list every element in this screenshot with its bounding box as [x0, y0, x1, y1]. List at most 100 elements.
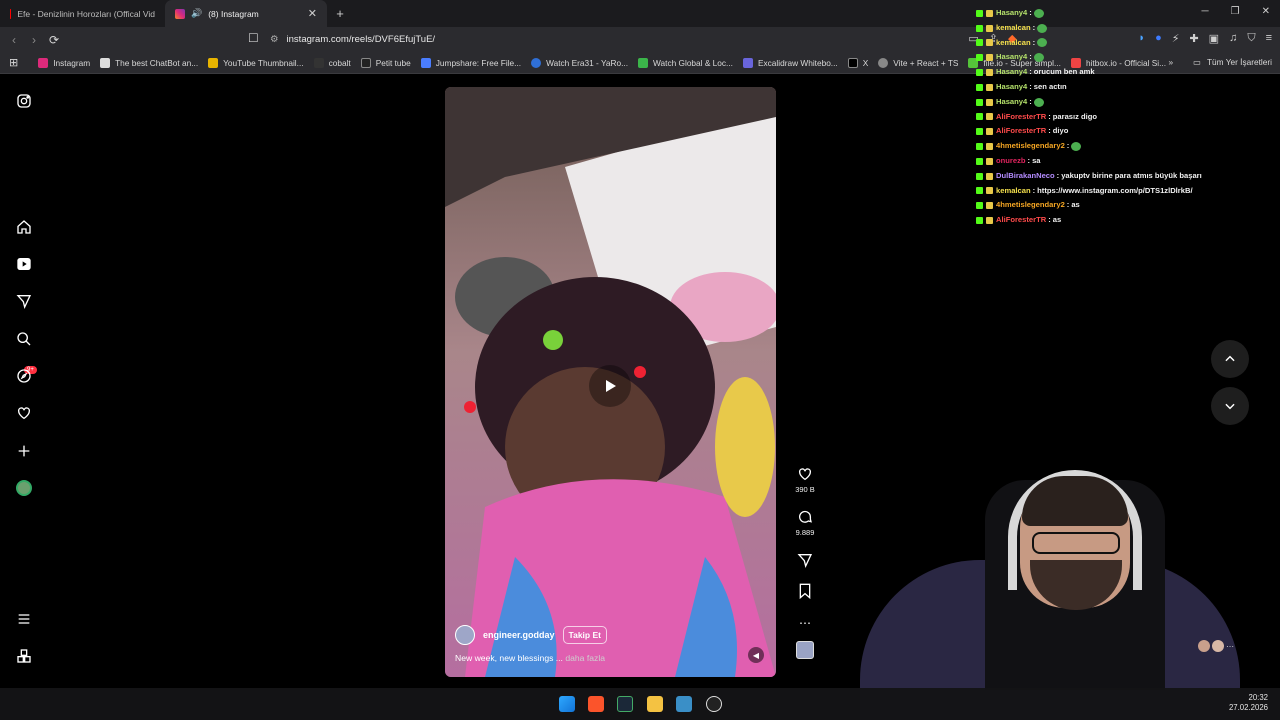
bookmark-item[interactable]: cobalt — [309, 57, 356, 68]
author-avatar[interactable] — [455, 625, 475, 645]
webcam-glasses — [1032, 532, 1120, 554]
bookmark-item[interactable]: YouTube Thumbnail... — [203, 57, 308, 68]
reel-video[interactable]: engineer.godday Takip Et New week, new b… — [445, 87, 776, 677]
mute-icon[interactable]: ◀ — [748, 647, 764, 663]
start-icon[interactable] — [559, 696, 575, 712]
more-menu-icon[interactable] — [14, 609, 34, 629]
chat-username[interactable]: kemalcan — [996, 21, 1031, 36]
more-link[interactable]: daha fazla — [565, 653, 605, 663]
chat-message: kemalcan : — [976, 36, 1276, 51]
reel-caption[interactable]: New week, new blessings ... daha fazla — [455, 653, 765, 663]
save-button[interactable] — [798, 583, 812, 599]
chat-username[interactable]: Hasany4 — [996, 80, 1027, 95]
heart-icon[interactable] — [14, 403, 34, 423]
steam-icon[interactable] — [617, 696, 633, 712]
tab-instagram[interactable]: 🔊 (8) Instagram ✕ — [165, 0, 327, 27]
chat-message: Hasany4 : sen actın — [976, 80, 1276, 95]
chat-username[interactable]: Hasany4 — [996, 65, 1027, 80]
brave-icon[interactable] — [588, 696, 604, 712]
apps-icon[interactable]: ⊞ — [4, 56, 23, 69]
profile-avatar[interactable] — [14, 478, 34, 498]
chat-username[interactable]: 4hmetislegendary2 — [996, 139, 1065, 154]
bookmark-item[interactable]: Watch Era31 - YaRo... — [526, 57, 633, 68]
previous-reel-button[interactable] — [1211, 340, 1249, 378]
chat-username[interactable]: AliForesterTR — [996, 110, 1046, 125]
file-explorer-icon[interactable] — [647, 696, 663, 712]
reels-icon[interactable] — [14, 254, 34, 274]
also-from-meta-icon[interactable] — [14, 646, 34, 666]
next-reel-button[interactable] — [1211, 387, 1249, 425]
author-username[interactable]: engineer.godday — [483, 630, 555, 640]
create-icon[interactable] — [14, 441, 34, 461]
system-clock[interactable]: 20:32 27.02.2026 — [1229, 693, 1268, 713]
share-button[interactable] — [797, 552, 813, 568]
chat-message: kemalcan : — [976, 21, 1276, 36]
chat-username[interactable]: AliForesterTR — [996, 124, 1046, 139]
chat-message: AliForesterTR : parasız digo — [976, 110, 1276, 125]
bookmark-item[interactable]: Excalidraw Whitebo... — [738, 57, 843, 68]
chat-username[interactable]: 4hmetislegendary2 — [996, 198, 1065, 213]
bookmark-item[interactable]: X — [843, 57, 874, 68]
audio-thumbnail[interactable] — [796, 641, 814, 659]
more-options-icon[interactable]: ⋯ — [799, 616, 811, 630]
explore-icon[interactable] — [14, 366, 34, 386]
chat-message: Hasany4 : — [976, 50, 1276, 65]
chat-message: Hasany4 : orucum ben amk — [976, 65, 1276, 80]
chat-username[interactable]: kemalcan — [996, 184, 1031, 199]
app-icon[interactable] — [676, 696, 692, 712]
bookmark-item[interactable]: Petit tube — [356, 57, 416, 68]
badge-icon — [986, 128, 993, 136]
url-bar[interactable]: ⚙ instagram.com/reels/DVF6EfujTuE/ — [270, 29, 970, 50]
play-button[interactable] — [589, 365, 631, 407]
new-tab-button[interactable]: + — [327, 6, 353, 21]
chat-username[interactable]: Hasany4 — [996, 95, 1027, 110]
chat-username[interactable]: Hasany4 — [996, 6, 1027, 21]
chat-separator: : — [1032, 185, 1036, 195]
chat-separator: : — [1056, 170, 1060, 180]
forward-button[interactable]: › — [24, 33, 44, 47]
chat-separator: : — [1048, 111, 1051, 121]
bookmark-item[interactable]: Jumpshare: Free File... — [416, 57, 526, 68]
badge-icon — [986, 9, 993, 17]
youtube-icon — [10, 8, 12, 19]
bookmark-item[interactable]: Watch Global & Loc... — [633, 57, 738, 68]
chat-username[interactable]: Hasany4 — [996, 50, 1027, 65]
chat-message: onurezb : sa — [976, 154, 1276, 169]
stream-chat: Hasany4 : kemalcan : kemalcan : Hasany4 : Ha… — [976, 6, 1276, 228]
bookmark-icon[interactable]: ☐ — [248, 31, 259, 45]
badge-icon — [986, 83, 993, 91]
badge-icon — [976, 113, 983, 121]
comment-button[interactable]: 9.889 — [796, 509, 814, 537]
bookmark-item[interactable]: Instagram — [33, 57, 95, 68]
chat-username[interactable]: AliForesterTR — [996, 213, 1046, 228]
messages-icon[interactable] — [14, 291, 34, 311]
chat-username[interactable]: DulBirakanNeco — [996, 169, 1055, 184]
badge-icon — [986, 54, 993, 62]
search-icon[interactable] — [14, 329, 34, 349]
badge-icon — [986, 202, 993, 210]
back-button[interactable]: ‹ — [4, 33, 24, 47]
chat-text: as — [1071, 200, 1080, 210]
badge-icon — [986, 143, 993, 151]
bookmark-item[interactable]: The best ChatBot an... — [95, 57, 203, 68]
like-button[interactable]: 390 B — [795, 466, 815, 494]
heart-icon — [798, 468, 811, 481]
follow-button[interactable]: Takip Et — [562, 626, 607, 644]
instagram-logo-icon[interactable] — [14, 91, 34, 111]
chat-separator: : — [1027, 155, 1031, 165]
chat-username[interactable]: onurezb — [996, 154, 1026, 169]
obs-icon[interactable] — [706, 696, 722, 712]
reload-button[interactable]: ⟳ — [44, 33, 64, 47]
site-info-icon[interactable]: ⚙ — [270, 34, 279, 45]
badge-icon — [976, 24, 983, 32]
bookmark-item[interactable]: Vite + React + TS — [873, 57, 963, 68]
chat-username[interactable]: kemalcan — [996, 36, 1031, 51]
home-icon[interactable] — [14, 217, 34, 237]
badge-icon — [976, 217, 983, 225]
badge-icon — [976, 187, 983, 195]
reaction-avatars[interactable]: ⋯ — [1198, 640, 1234, 652]
close-icon[interactable]: ✕ — [308, 7, 317, 20]
tab-youtube[interactable]: Efe - Denizlinin Horozları (Offical Vid — [0, 0, 165, 27]
chat-text: sa — [1032, 155, 1041, 165]
chat-separator: : — [1048, 126, 1051, 136]
